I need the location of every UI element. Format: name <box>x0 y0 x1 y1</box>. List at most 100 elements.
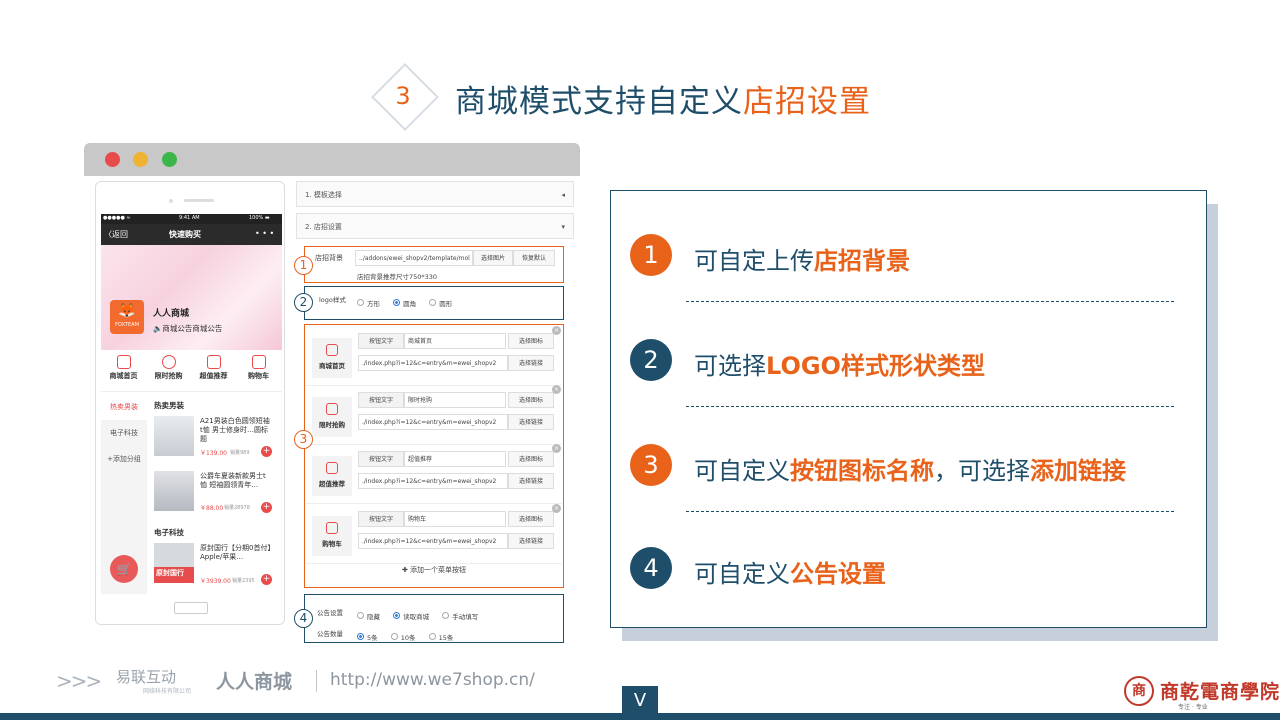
product-name[interactable]: A21男装白色圆领短袖t恤 男士修身时…圆标题 <box>200 417 272 444</box>
btn-text-input[interactable]: 商城首页 <box>404 333 506 349</box>
btn-text-label: 按钮文字 <box>358 451 404 467</box>
chevron-down-icon[interactable]: V <box>622 686 658 720</box>
cart-icon <box>251 355 266 369</box>
caret-down-icon: ▾ <box>561 223 565 231</box>
radio-15[interactable] <box>428 633 436 640</box>
select-link-button[interactable]: 选择链接 <box>508 414 554 430</box>
radio-read-shop[interactable] <box>393 612 401 619</box>
select-link-button[interactable]: 选择链接 <box>508 355 554 371</box>
page-title: 商城模式支持自定义店招设置 <box>455 76 871 121</box>
bg-path-input[interactable]: ../addons/ewei_shopv2/template/mol <box>355 250 473 266</box>
info-divider <box>686 406 1174 407</box>
category-item[interactable]: 热卖男装 <box>101 394 147 420</box>
menu-card-icon[interactable]: 限时抢购 <box>312 397 352 437</box>
radio-10[interactable] <box>390 633 398 640</box>
speaker-icon: 🔈 <box>153 324 163 333</box>
more-icon[interactable]: • • • <box>255 229 274 238</box>
product-image[interactable]: 原封国行 <box>154 543 194 583</box>
select-link-button[interactable]: 选择链接 <box>508 533 554 549</box>
close-icon[interactable]: × <box>552 444 561 453</box>
link-input[interactable]: ./index.php?i=12&c=entry&m=ewei_shopv2 <box>358 473 508 489</box>
menu-card-icon[interactable]: 购物车 <box>312 516 352 556</box>
btn-text-label: 按钮文字 <box>358 333 404 349</box>
select-icon-button[interactable]: 选择图标 <box>508 511 554 527</box>
close-icon[interactable]: × <box>552 326 561 335</box>
logo-style-label: logo样式 <box>319 296 346 304</box>
add-to-cart-icon[interactable]: + <box>261 502 272 513</box>
template-select-row[interactable]: 1. 模板选择 ◂ <box>296 181 574 207</box>
section-title: 电子科技 <box>154 528 184 537</box>
add-to-cart-icon[interactable]: + <box>261 574 272 585</box>
academy-name: 商乾電商學院 <box>1160 681 1280 703</box>
add-menu-button[interactable]: ✚ 添加一个菜单按钮 <box>305 565 563 575</box>
footer-url[interactable]: http://www.we7shop.cn/ <box>330 670 535 690</box>
shop-settings-row[interactable]: 2. 店招设置 ▾ <box>296 213 574 239</box>
floating-cart-icon[interactable]: 🛒 <box>110 555 138 583</box>
menu-item-cart[interactable]: 购物车 <box>236 350 281 381</box>
menu-item-home[interactable]: 商城首页 <box>101 350 146 381</box>
shop-logo: 🦊 FOXTEAM <box>110 300 144 334</box>
product-name[interactable]: 原封国行【分期0首付】Apple/苹果… <box>200 544 272 562</box>
menu-item-flash[interactable]: 限时抢购 <box>146 350 191 381</box>
select-icon-button[interactable]: 选择图标 <box>508 392 554 408</box>
close-icon[interactable]: × <box>552 504 561 513</box>
product-name[interactable]: 公爵车夏装新款男士t恤 短袖圆领青年… <box>200 472 272 490</box>
product-price: ￥139.00 <box>200 450 227 457</box>
link-input[interactable]: ./index.php?i=12&c=entry&m=ewei_shopv2 <box>358 533 508 549</box>
status-time: 9:41 AM <box>179 215 200 221</box>
add-category-button[interactable]: +添加分组 <box>101 446 147 472</box>
restore-default-button[interactable]: 恢复默认 <box>513 250 555 266</box>
close-dot-icon[interactable] <box>105 152 120 167</box>
radio-circle[interactable] <box>429 299 437 306</box>
logo-style-box: logo样式 方形 圆角 圆形 <box>304 286 564 320</box>
info-text: 可自定义按钮图标名称，可选择添加链接 <box>694 457 1126 485</box>
signal-icon: ●●●●● ≈ <box>103 215 131 221</box>
info-number: 1 <box>630 234 672 276</box>
btn-text-input[interactable]: 限时抢购 <box>404 392 506 408</box>
menu-icon <box>326 403 338 415</box>
link-input[interactable]: ./index.php?i=12&c=entry&m=ewei_shopv2 <box>358 414 508 430</box>
select-image-button[interactable]: 选择图片 <box>473 250 513 266</box>
btn-text-input[interactable]: 超值推荐 <box>404 451 506 467</box>
category-item[interactable]: 电子科技 <box>101 420 147 446</box>
product-image[interactable] <box>154 416 194 456</box>
radio-manual[interactable] <box>442 612 450 619</box>
info-divider <box>686 511 1174 512</box>
radio-5[interactable] <box>357 633 364 640</box>
radio-rounded[interactable] <box>393 299 401 306</box>
select-link-button[interactable]: 选择链接 <box>508 473 554 489</box>
back-button[interactable]: 〈返回 <box>104 229 128 240</box>
maximize-dot-icon[interactable] <box>162 152 177 167</box>
info-text: 可选择LOGO样式形状类型 <box>694 352 985 380</box>
window-titlebar <box>84 143 580 176</box>
menu-card-icon[interactable]: 商城首页 <box>312 338 352 378</box>
link-input[interactable]: ./index.php?i=12&c=entry&m=ewei_shopv2 <box>358 355 508 371</box>
elianhudong-sub: 网络科技有限公司 <box>143 688 192 695</box>
select-icon-button[interactable]: 选择图标 <box>508 333 554 349</box>
home-button[interactable] <box>174 602 208 614</box>
info-number: 3 <box>630 444 672 486</box>
title-highlight: 店招设置 <box>743 84 871 120</box>
footer-arrows: >>> <box>56 669 102 693</box>
notice-count-options: 5条 10条 15条 <box>357 626 461 645</box>
radio-square[interactable] <box>357 299 364 306</box>
nav-title: 快速购买 <box>169 230 201 239</box>
menu-card-icon[interactable]: 超值推荐 <box>312 456 352 496</box>
menu-card: 超值推荐 按钮文字 超值推荐 选择图标 ./index.php?i=12&c=e… <box>306 444 562 504</box>
close-icon[interactable]: × <box>552 385 561 394</box>
product-image[interactable] <box>154 471 194 511</box>
product-sold: 销量989 <box>230 450 250 456</box>
radio-hide[interactable] <box>357 612 364 619</box>
select-icon-button[interactable]: 选择图标 <box>508 451 554 467</box>
minimize-dot-icon[interactable] <box>133 152 148 167</box>
renren-logo: 人人商城 <box>216 671 293 693</box>
menu-item-recommend[interactable]: 超值推荐 <box>191 350 236 381</box>
clock-icon <box>161 355 176 369</box>
btn-text-input[interactable]: 购物车 <box>404 511 506 527</box>
add-to-cart-icon[interactable]: + <box>261 446 272 457</box>
title-text: 商城模式支持自定义 <box>455 84 743 120</box>
marker-1: 1 <box>294 256 313 275</box>
fox-icon: 🦊 <box>118 303 136 319</box>
bg-label: 店招背景 <box>315 254 343 262</box>
thumbs-up-icon <box>206 355 221 369</box>
